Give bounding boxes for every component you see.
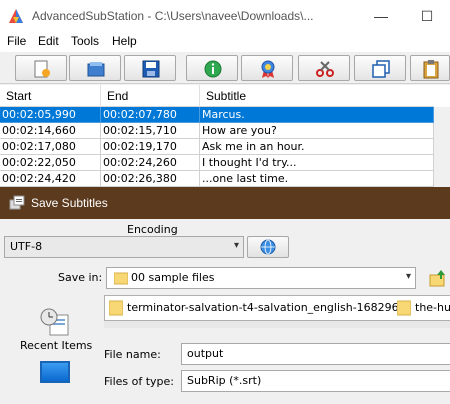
- menu-tools[interactable]: Tools: [71, 34, 99, 48]
- cell-end: 00:02:19,170: [101, 139, 200, 155]
- paste-icon: [423, 60, 439, 79]
- recent-items-label[interactable]: Recent Items: [20, 339, 92, 352]
- save-dialog-icon: [9, 195, 25, 210]
- cell-start: 00:02:22,050: [0, 155, 101, 171]
- folder-icon: [397, 300, 411, 316]
- file-name-input[interactable]: output: [181, 343, 450, 365]
- save-icon: [142, 60, 160, 78]
- toolbar: [0, 52, 450, 84]
- info-button[interactable]: [186, 55, 238, 81]
- encoding-browse-button[interactable]: [247, 236, 289, 258]
- file-type-dropdown[interactable]: SubRip (*.srt): [181, 370, 450, 392]
- scissors-icon: [316, 61, 334, 77]
- grid-scrollbar[interactable]: [434, 107, 450, 187]
- column-subtitle[interactable]: Subtitle: [200, 85, 434, 107]
- table-row[interactable]: 00:02:24,420 00:02:26,380 ...one last ti…: [0, 171, 434, 187]
- cell-end: 00:02:07,780: [101, 107, 200, 123]
- dialog-title: Save Subtitles: [31, 196, 108, 210]
- info-icon: [204, 60, 222, 78]
- table-row[interactable]: 00:02:17,080 00:02:19,170 Ask me in an h…: [0, 139, 434, 155]
- award-icon: [261, 60, 275, 78]
- table-row[interactable]: 00:02:14,660 00:02:15,710 How are you?: [0, 123, 434, 139]
- dialog-title-bar: Save Subtitles: [0, 187, 450, 219]
- new-file-button[interactable]: [15, 55, 67, 81]
- window-title: AdvancedSubStation - C:\Users\navee\Down…: [32, 9, 314, 23]
- table-row[interactable]: 00:02:05,990 00:02:07,780 Marcus.: [0, 107, 434, 123]
- encoding-value: UTF-8: [10, 240, 43, 253]
- cell-end: 00:02:24,260: [101, 155, 200, 171]
- menu-help[interactable]: Help: [112, 34, 137, 48]
- menu-bar: File Edit Tools Help: [0, 32, 450, 52]
- folder-icon: [109, 300, 123, 316]
- cell-start: 00:02:14,660: [0, 123, 101, 139]
- cell-subtitle: How are you?: [200, 123, 434, 139]
- cell-subtitle: Marcus.: [200, 107, 434, 123]
- chevron-down-icon: ▾: [233, 240, 239, 251]
- table-row[interactable]: 00:02:22,050 00:02:24,260 I thought I'd …: [0, 155, 434, 171]
- minimize-button[interactable]: —: [358, 0, 404, 32]
- save-in-dropdown[interactable]: 00 sample files ▾: [106, 267, 416, 289]
- save-subtitles-dialog: Save Subtitles Encoding UTF-8 ▾ Save in:…: [0, 187, 450, 404]
- list-item-label: terminator-salvation-t4-salvation_englis…: [127, 301, 406, 314]
- cut-button[interactable]: [298, 55, 350, 81]
- up-folder-icon: [429, 270, 445, 287]
- grid-header: Start End Subtitle: [0, 85, 434, 107]
- copy-button[interactable]: [354, 55, 406, 81]
- folder-icon: [114, 272, 128, 285]
- recent-items-icon[interactable]: [40, 307, 70, 337]
- column-start[interactable]: Start: [0, 85, 101, 107]
- globe-icon: [260, 239, 276, 255]
- file-list: terminator-salvation-t4-salvation_englis…: [104, 295, 450, 321]
- column-end[interactable]: End: [101, 85, 200, 107]
- list-item[interactable]: the-hu: [397, 300, 450, 318]
- cell-start: 00:02:05,990: [0, 107, 101, 123]
- cell-end: 00:02:26,380: [101, 171, 200, 187]
- encoding-dropdown[interactable]: UTF-8 ▾: [4, 236, 244, 258]
- file-list-scrollbar[interactable]: [104, 321, 450, 328]
- save-button[interactable]: [124, 55, 176, 81]
- cell-subtitle: I thought I'd try...: [200, 155, 434, 171]
- subtitle-grid: Start End Subtitle 00:02:05,990 00:02:07…: [0, 85, 450, 187]
- file-name-label: File name:: [104, 348, 161, 361]
- new-file-icon: [34, 60, 50, 78]
- menu-file[interactable]: File: [7, 34, 26, 48]
- menu-edit[interactable]: Edit: [38, 34, 59, 48]
- open-button[interactable]: [69, 55, 121, 81]
- desktop-icon[interactable]: [40, 361, 70, 383]
- up-folder-button[interactable]: [426, 267, 450, 289]
- cell-subtitle: Ask me in an hour.: [200, 139, 434, 155]
- list-item-label: the-hu: [415, 301, 450, 314]
- cell-start: 00:02:17,080: [0, 139, 101, 155]
- encoding-label: Encoding: [127, 223, 178, 236]
- cell-subtitle: ...one last time.: [200, 171, 434, 187]
- save-in-label: Save in:: [58, 271, 103, 284]
- chevron-down-icon: ▾: [405, 271, 411, 282]
- places-bar: Recent Items: [0, 297, 104, 404]
- cell-start: 00:02:24,420: [0, 171, 101, 187]
- file-type-value: SubRip (*.srt): [187, 374, 262, 387]
- paste-button[interactable]: [410, 55, 450, 81]
- app-logo-icon: [9, 9, 23, 23]
- open-folder-icon: [87, 62, 105, 77]
- save-in-value: 00 sample files: [131, 271, 215, 284]
- title-bar: AdvancedSubStation - C:\Users\navee\Down…: [0, 0, 450, 32]
- award-button[interactable]: [241, 55, 293, 81]
- cell-end: 00:02:15,710: [101, 123, 200, 139]
- copy-icon: [372, 60, 390, 78]
- maximize-button[interactable]: ☐: [404, 0, 450, 32]
- file-type-label: Files of type:: [104, 375, 175, 388]
